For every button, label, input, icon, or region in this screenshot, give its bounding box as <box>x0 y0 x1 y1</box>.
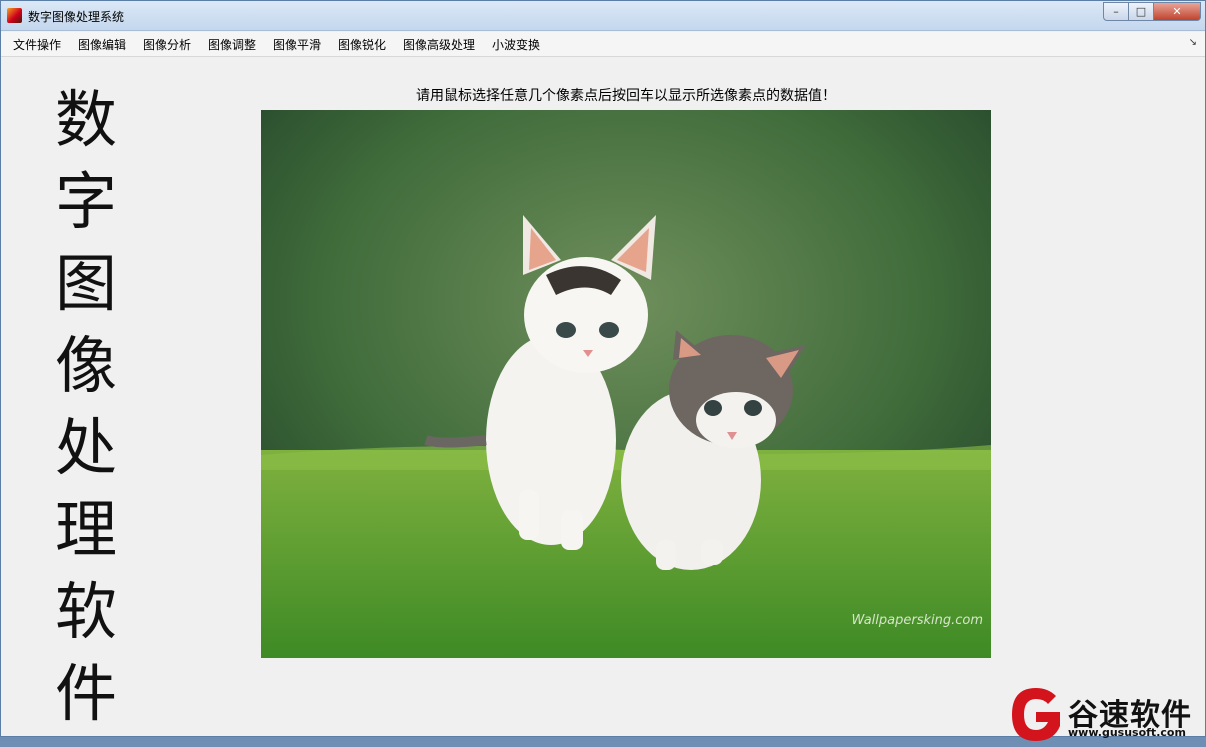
title-bar[interactable]: 数字图像处理系统 – □ ✕ <box>1 1 1205 31</box>
maximize-button[interactable]: □ <box>1128 2 1154 21</box>
window-title: 数字图像处理系统 <box>28 10 125 24</box>
menu-image-edit[interactable]: 图像编辑 <box>78 36 126 53</box>
side-title-char: 理 <box>54 493 117 566</box>
menu-image-adjust[interactable]: 图像调整 <box>208 36 256 53</box>
menu-file[interactable]: 文件操作 <box>13 36 61 53</box>
menu-bar: 文件操作 图像编辑 图像分析 图像调整 图像平滑 图像锐化 图像高级处理 小波变… <box>1 32 1205 57</box>
image-watermark: Wallpapersking.com <box>851 613 983 628</box>
instruction-text: 请用鼠标选择任意几个像素点后按回车以显示所选像素点的数据值！ <box>416 88 836 104</box>
brand-url: www.gususoft.com <box>1068 726 1186 739</box>
menu-image-analysis[interactable]: 图像分析 <box>143 36 191 53</box>
arrow-icon[interactable]: ↘ <box>1189 37 1197 48</box>
brand-g-icon <box>1012 688 1060 741</box>
minimize-button[interactable]: – <box>1103 2 1129 21</box>
kittens-image <box>261 110 991 658</box>
side-title-char: 图 <box>54 247 117 320</box>
side-title-char: 字 <box>54 165 117 238</box>
menu-wavelet[interactable]: 小波变换 <box>492 36 540 53</box>
side-title: 数 字 图 像 处 理 软 件 <box>51 79 121 735</box>
side-title-char: 数 <box>54 83 117 156</box>
image-axes[interactable]: Wallpapersking.com <box>261 110 991 658</box>
menu-advanced-processing[interactable]: 图像高级处理 <box>403 36 475 53</box>
brand-logo: 谷速软件 www.gususoft.com <box>1008 686 1206 743</box>
app-window: 数字图像处理系统 – □ ✕ 文件操作 图像编辑 图像分析 图像调整 图像平滑 … <box>0 0 1206 737</box>
side-title-char: 像 <box>54 329 117 402</box>
side-title-char: 件 <box>54 657 117 730</box>
menu-image-sharpen[interactable]: 图像锐化 <box>338 36 386 53</box>
side-title-char: 软 <box>54 575 117 648</box>
matlab-icon <box>7 8 22 23</box>
menu-image-smooth[interactable]: 图像平滑 <box>273 36 321 53</box>
side-title-char: 处 <box>54 411 117 484</box>
close-button[interactable]: ✕ <box>1153 2 1201 21</box>
